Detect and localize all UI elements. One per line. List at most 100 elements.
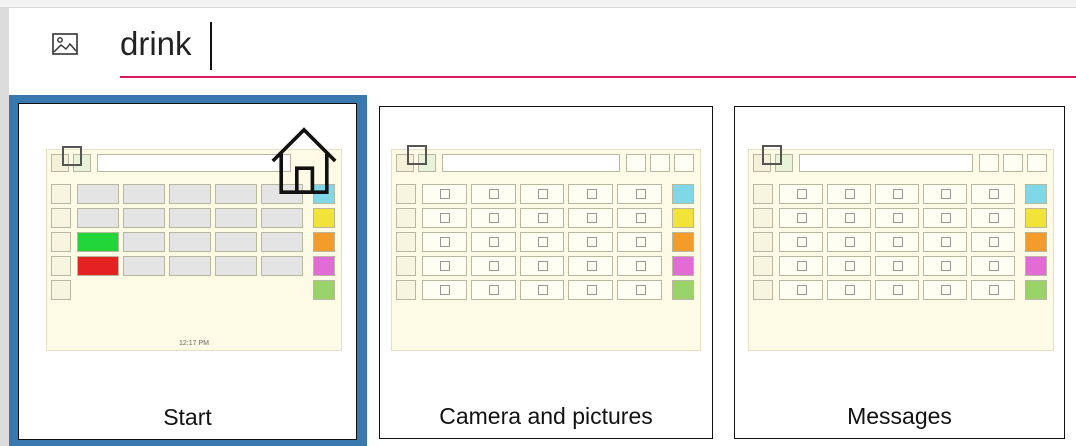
message-placeholder-icon — [941, 285, 951, 295]
board-tile-messages[interactable]: Messages — [734, 95, 1067, 446]
board-grid-cell — [261, 256, 303, 276]
board-side-button — [51, 256, 71, 276]
board-toolbar-button — [979, 154, 999, 172]
board-preview — [391, 149, 701, 351]
board-grid-cell — [169, 256, 211, 276]
board-grid-cell — [261, 232, 303, 252]
camera-placeholder-icon — [440, 189, 451, 199]
camera-placeholder-icon — [537, 261, 548, 271]
camera-placeholder-icon — [537, 285, 548, 295]
tile-label: Start — [163, 404, 212, 430]
board-grid-cell — [123, 184, 165, 204]
board-tile-start[interactable]: 12:17 PM Start — [9, 95, 367, 446]
board-grid-cell — [923, 208, 967, 228]
board-grid-cell — [779, 208, 823, 228]
board-grid-cell — [77, 232, 119, 252]
message-placeholder-icon — [893, 237, 903, 247]
camera-placeholder-icon — [440, 261, 451, 271]
board-grid-cell — [971, 208, 1015, 228]
board-grid-cell — [422, 232, 467, 252]
message-placeholder-icon — [941, 189, 951, 199]
select-checkbox[interactable] — [62, 146, 82, 166]
message-placeholder-icon — [893, 261, 903, 271]
board-grid-cell — [519, 232, 565, 252]
board-grid-cell — [169, 208, 211, 228]
board-grid-cell — [519, 184, 565, 204]
board-message-bar — [799, 154, 973, 172]
select-checkbox[interactable] — [407, 145, 427, 165]
board-toolbar-button — [626, 154, 646, 172]
camera-placeholder-icon — [489, 261, 500, 271]
message-placeholder-icon — [941, 237, 951, 247]
message-placeholder-icon — [797, 237, 807, 247]
board-grid-cell — [568, 184, 614, 204]
message-placeholder-icon — [989, 237, 999, 247]
message-placeholder-icon — [797, 189, 807, 199]
board-category-button — [672, 184, 694, 204]
board-category-button — [313, 232, 335, 252]
camera-placeholder-icon — [489, 285, 500, 295]
message-placeholder-icon — [989, 189, 999, 199]
board-side-button — [396, 184, 416, 204]
board-category-button — [1025, 184, 1047, 204]
board-grid-cell — [971, 232, 1015, 252]
board-category-button — [1025, 232, 1047, 252]
camera-placeholder-icon — [586, 237, 597, 247]
board-side-button — [51, 184, 71, 204]
board-category-button — [672, 256, 694, 276]
board-category-button — [672, 208, 694, 228]
camera-placeholder-icon — [537, 237, 548, 247]
select-checkbox[interactable] — [762, 145, 782, 165]
board-toolbar-button — [1027, 154, 1047, 172]
board-grid-cell — [923, 232, 967, 252]
camera-placeholder-icon — [635, 285, 646, 295]
camera-placeholder-icon — [440, 213, 451, 223]
board-grid-cell — [617, 232, 662, 252]
board-toolbar-button — [674, 154, 694, 172]
message-placeholder-icon — [845, 285, 855, 295]
board-grid-cell — [827, 184, 871, 204]
search-input[interactable] — [120, 17, 1076, 71]
message-placeholder-icon — [797, 213, 807, 223]
board-toolbar-button — [650, 154, 670, 172]
tile-label: Messages — [847, 403, 952, 429]
board-side-button — [753, 280, 773, 300]
board-grid-cell — [519, 280, 565, 300]
board-grid-cell — [568, 256, 614, 276]
home-icon — [271, 127, 337, 194]
board-grid-cell — [875, 280, 919, 300]
message-placeholder-icon — [893, 285, 903, 295]
board-grid-cell — [827, 280, 871, 300]
camera-placeholder-icon — [586, 261, 597, 271]
tile-label: Camera and pictures — [439, 403, 653, 429]
board-grid-cell — [971, 184, 1015, 204]
message-placeholder-icon — [845, 237, 855, 247]
board-side-button — [396, 232, 416, 252]
message-placeholder-icon — [845, 261, 855, 271]
board-grid-cell — [77, 184, 119, 204]
board-grid-cell — [779, 256, 823, 276]
board-grid-cell — [77, 256, 119, 276]
board-grid-cell — [875, 256, 919, 276]
board-category-button — [1025, 208, 1047, 228]
board-side-button — [396, 280, 416, 300]
board-grid-cell — [215, 232, 257, 252]
message-placeholder-icon — [845, 189, 855, 199]
board-grid-cell — [875, 232, 919, 252]
board-preview — [748, 149, 1054, 351]
text-caret — [210, 22, 212, 70]
board-grid-cell — [123, 208, 165, 228]
message-placeholder-icon — [797, 261, 807, 271]
board-grid-cell — [422, 280, 467, 300]
board-side-button — [396, 208, 416, 228]
board-tile-camera-and-pictures[interactable]: Camera and pictures — [376, 95, 716, 446]
board-grid-cell — [215, 208, 257, 228]
camera-placeholder-icon — [586, 213, 597, 223]
board-grid-cell — [470, 208, 516, 228]
board-category-button — [313, 208, 335, 228]
board-message-bar — [442, 154, 620, 172]
board-side-button — [51, 232, 71, 252]
board-grid-cell — [617, 184, 662, 204]
board-category-button — [1025, 256, 1047, 276]
board-grid-cell — [470, 232, 516, 252]
